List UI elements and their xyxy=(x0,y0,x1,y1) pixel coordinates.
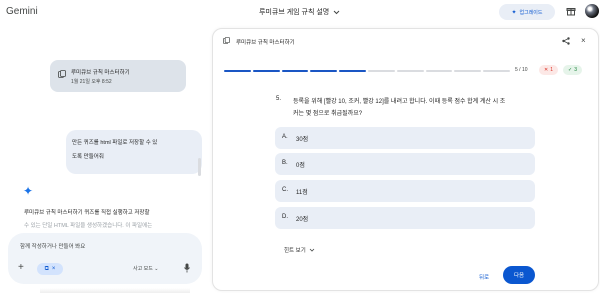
answer-option-d[interactable]: D. 20점 xyxy=(275,207,535,229)
share-icon[interactable] xyxy=(562,37,570,45)
progress-segment xyxy=(368,70,395,72)
upgrade-label: 업그레이드 xyxy=(519,9,543,16)
option-letter: D. xyxy=(282,214,288,220)
remove-tool-icon[interactable]: × xyxy=(52,266,56,272)
response-text-line: 루미큐브 규칙 마스터하기 퀴즈를 직접 실행하고 저장할 xyxy=(24,210,150,216)
previous-button[interactable]: 뒤로 xyxy=(479,273,489,281)
answer-option-b[interactable]: B. 0점 xyxy=(275,153,535,175)
option-text: 11점 xyxy=(296,190,308,196)
option-text: 20점 xyxy=(296,217,309,223)
canvas-icon: ⧉ xyxy=(44,265,49,272)
artifact-card-date: 1월 21일 오후 8:52 xyxy=(71,79,112,85)
user-message-line: 만든 퀴즈를 html 파일로 저장할 수 있 xyxy=(72,140,158,146)
app-brand[interactable]: Gemini xyxy=(6,6,38,17)
artifact-card-title: 루미큐브 규칙 마스터하기 xyxy=(71,70,130,76)
progress-segment xyxy=(281,70,309,72)
question-number: 5. xyxy=(276,96,282,102)
document-icon xyxy=(58,70,66,78)
prompt-input-box[interactable] xyxy=(8,233,202,284)
progress-segment xyxy=(483,70,510,72)
upgrade-button[interactable]: ✦ 업그레이드 xyxy=(499,4,555,20)
question-text-line: 커는 몇 점으로 취급될까요? xyxy=(293,111,363,117)
wrong-count: 1 xyxy=(550,67,553,73)
answer-option-a[interactable]: A. 30점 xyxy=(275,127,535,149)
conversation-title-dropdown[interactable]: 루미큐브 게임 규칙 설명 xyxy=(259,7,340,17)
progress-segment xyxy=(252,70,280,72)
progress-segment xyxy=(339,70,366,72)
option-letter: A. xyxy=(282,134,288,140)
hint-label: 힌트 보기 xyxy=(284,248,306,254)
x-icon: ✕ xyxy=(544,67,549,73)
option-text: 30점 xyxy=(296,137,309,143)
panel-title: 루미큐브 규칙 마스터하기 xyxy=(236,40,295,46)
progress-text: 5 / 10 xyxy=(515,67,528,73)
option-letter: B. xyxy=(282,160,288,166)
correct-count: 3 xyxy=(574,67,577,73)
artifact-card[interactable] xyxy=(50,60,186,92)
thinking-mode-selector[interactable]: 사고 모드 ⌄ xyxy=(133,265,158,272)
user-message-line: 도록 만들어줘 xyxy=(72,154,104,160)
gift-icon[interactable] xyxy=(566,6,576,16)
chevron-down-icon xyxy=(309,248,315,252)
progress-segment xyxy=(454,70,482,72)
mode-label: 사고 모드 xyxy=(133,266,153,272)
progress-segment xyxy=(310,70,338,72)
prompt-input-placeholder[interactable]: 함께 작성하거나 만들어 봐요 xyxy=(20,242,85,250)
progress-segment xyxy=(396,70,424,72)
correct-count-badge: ✓ 3 xyxy=(563,65,582,75)
progress-segment xyxy=(425,70,453,72)
add-icon[interactable]: + xyxy=(18,262,24,273)
canvas-tool-chip[interactable]: ⧉ × xyxy=(37,263,63,275)
response-text-line: 수 있는 단일 HTML 파일을 생성하겠습니다. 이 파일에는 xyxy=(24,223,153,229)
avatar[interactable] xyxy=(585,4,599,18)
option-letter: C. xyxy=(282,187,288,193)
chevron-down-icon xyxy=(333,10,340,14)
chevron-down-icon: ⌄ xyxy=(154,266,159,272)
show-hint-toggle[interactable]: 힌트 보기 xyxy=(284,246,315,254)
conversation-title: 루미큐브 게임 규칙 설명 xyxy=(259,9,330,16)
check-icon: ✓ xyxy=(568,67,573,73)
close-icon[interactable]: × xyxy=(581,36,586,45)
next-button[interactable]: 다음 xyxy=(503,266,535,284)
wrong-count-badge: ✕ 1 xyxy=(539,65,558,75)
bottom-fade xyxy=(40,288,190,293)
option-text: 0점 xyxy=(296,163,305,169)
document-icon xyxy=(223,37,230,44)
sparkle-icon: ✦ xyxy=(511,9,517,16)
progress-segment xyxy=(224,70,251,72)
answer-option-c[interactable]: C. 11점 xyxy=(275,180,535,202)
chat-scrollbar[interactable] xyxy=(198,158,201,176)
gemini-sparkle-icon: ✦ xyxy=(23,184,34,198)
question-text-line: 등록을 위해 [빨강 10, 조커, 빨강 12]를 내려고 합니다. 이때 등… xyxy=(293,99,506,105)
microphone-icon[interactable] xyxy=(184,263,190,273)
